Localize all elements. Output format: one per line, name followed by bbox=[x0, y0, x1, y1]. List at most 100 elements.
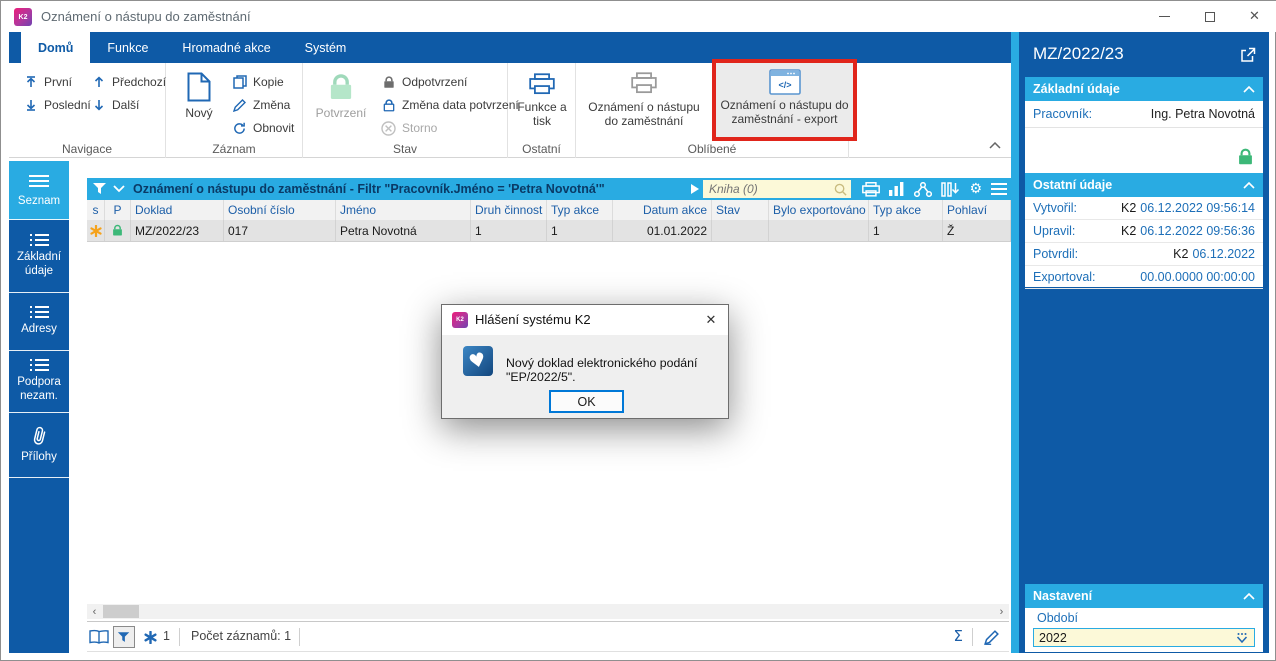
dialog-ok-button[interactable]: OK bbox=[549, 390, 624, 413]
column-header-druh-cinnost[interactable]: Druh činnost bbox=[471, 200, 547, 220]
window-titlebar: K2 Oznámení o nástupu do zaměstnání ✕ bbox=[1, 1, 1276, 32]
scroll-right-icon[interactable]: › bbox=[994, 604, 1009, 619]
record-count-label: Počet záznamů: 1 bbox=[191, 629, 292, 643]
columns-icon[interactable] bbox=[941, 181, 960, 197]
cell-jmeno: Petra Novotná bbox=[336, 220, 471, 241]
menu-icon[interactable] bbox=[991, 183, 1007, 195]
favorite-export-notification-button[interactable]: </> Oznámení o nástupu do zaměstnání - e… bbox=[716, 63, 853, 137]
sum-icon[interactable]: Σ bbox=[954, 627, 963, 645]
scrollbar-thumb[interactable] bbox=[103, 605, 139, 618]
edit-button[interactable]: Změna bbox=[232, 94, 290, 116]
copy-button[interactable]: Kopie bbox=[232, 71, 284, 93]
star-filter-count: 1 bbox=[163, 629, 170, 643]
column-header-jmeno[interactable]: Jméno bbox=[336, 200, 471, 220]
section-body-zakladni-udaje: Pracovník: Ing. Petra Novotná bbox=[1025, 101, 1263, 173]
dropdown-icon[interactable] bbox=[1234, 632, 1250, 644]
group-label-oblibene: Oblíbené bbox=[687, 142, 737, 156]
filter-play-icon[interactable] bbox=[691, 184, 699, 194]
section-header-nastaveni[interactable]: Nastavení bbox=[1025, 584, 1263, 608]
scroll-left-icon[interactable]: ‹ bbox=[87, 604, 102, 619]
star-filter-icon[interactable] bbox=[144, 631, 157, 644]
section-header-zakladni-udaje[interactable]: Základní údaje bbox=[1025, 77, 1263, 101]
filter-chevron-down-icon[interactable] bbox=[113, 185, 125, 193]
tab-hromadne-akce[interactable]: Hromadné akce bbox=[165, 32, 287, 63]
unconfirm-button[interactable]: Odpotvrzení bbox=[381, 71, 467, 93]
obdobi-value: 2022 bbox=[1039, 630, 1067, 645]
section-header-ostatni-udaje[interactable]: Ostatní údaje bbox=[1025, 173, 1263, 197]
next-record-button[interactable]: Další bbox=[91, 94, 139, 116]
column-header-pohlavi[interactable]: Pohlaví bbox=[943, 200, 1011, 220]
book-search-box[interactable] bbox=[703, 180, 851, 198]
open-external-icon[interactable] bbox=[1240, 47, 1256, 63]
sidebar-item-adresy[interactable]: Adresy bbox=[9, 293, 69, 351]
maximize-button[interactable] bbox=[1187, 1, 1232, 32]
cell-osobni-cislo: 017 bbox=[224, 220, 336, 241]
filter-funnel-icon[interactable] bbox=[92, 182, 108, 196]
gear-icon[interactable]: ⚙ bbox=[969, 182, 982, 196]
close-button[interactable]: ✕ bbox=[1232, 1, 1276, 32]
change-confirm-date-button[interactable]: Změna data potvrzení bbox=[381, 94, 519, 116]
column-header-s[interactable]: s bbox=[87, 200, 105, 220]
statusbar-separator bbox=[972, 628, 973, 646]
favorite-print-notification-button[interactable]: Oznámení o nástupu do zaměstnání bbox=[582, 65, 706, 129]
group-label-navigace: Navigace bbox=[61, 142, 113, 156]
last-record-label: Poslední bbox=[44, 98, 91, 112]
sidebar-item-seznam[interactable]: Seznam bbox=[9, 161, 69, 220]
refresh-button[interactable]: Obnovit bbox=[232, 117, 294, 139]
column-header-osobni-cislo[interactable]: Osobní číslo bbox=[224, 200, 336, 220]
chevron-up-icon[interactable] bbox=[1243, 592, 1255, 600]
tab-funkce[interactable]: Funkce bbox=[90, 32, 165, 63]
column-header-bylo-exportovano[interactable]: Bylo exportováno bbox=[769, 200, 869, 220]
arrow-up-icon bbox=[91, 76, 106, 88]
audit-timestamp: 00.00.0000 00:00:00 bbox=[1140, 270, 1255, 284]
last-record-button[interactable]: Poslední bbox=[23, 94, 91, 116]
table-row[interactable]: MZ/2022/23 017 Petra Novotná 1 1 01.01.2… bbox=[87, 220, 1011, 242]
minimize-button[interactable] bbox=[1142, 1, 1187, 32]
row-lock-icon bbox=[105, 220, 131, 241]
column-header-doklad[interactable]: Doklad bbox=[131, 200, 224, 220]
refresh-icon bbox=[232, 122, 247, 135]
new-record-button[interactable]: Nový bbox=[174, 67, 224, 121]
chart-icon[interactable] bbox=[889, 182, 905, 196]
column-header-datum-akce[interactable]: Datum akce bbox=[613, 200, 712, 220]
horizontal-scrollbar[interactable]: ‹ › bbox=[87, 604, 1009, 619]
confirm-button[interactable]: Potvrzení bbox=[309, 67, 373, 121]
filter-title: Oznámení o nástupu do zaměstnání - Filtr… bbox=[133, 182, 605, 196]
section-title: Nastavení bbox=[1033, 589, 1093, 603]
tab-domu[interactable]: Domů bbox=[21, 32, 91, 63]
chevron-up-icon[interactable] bbox=[1243, 181, 1255, 189]
chevron-up-icon[interactable] bbox=[1243, 85, 1255, 93]
book-search-input[interactable] bbox=[709, 182, 819, 196]
ribbon-collapse-button[interactable] bbox=[989, 142, 1001, 149]
refresh-label: Obnovit bbox=[253, 121, 295, 135]
group-label-stav: Stav bbox=[392, 142, 417, 156]
edit-pencil-icon[interactable] bbox=[984, 630, 999, 645]
sidebar-item-podpora-nezam[interactable]: Podpora nezam. bbox=[9, 351, 69, 413]
sidebar-item-zakladni-udaje[interactable]: Základní údaje bbox=[9, 220, 69, 293]
column-header-typ-akce-2[interactable]: Typ akce bbox=[869, 200, 943, 220]
new-document-icon bbox=[187, 67, 211, 107]
functions-print-button[interactable]: Funkce a tisk bbox=[510, 67, 574, 129]
panel-splitter[interactable] bbox=[1011, 32, 1019, 653]
print-icon[interactable] bbox=[862, 181, 881, 197]
book-icon[interactable] bbox=[89, 629, 109, 645]
k2-heart-logo-icon: ♥ bbox=[463, 346, 493, 376]
window-title: Oznámení o nástupu do zaměstnání bbox=[41, 9, 251, 24]
audit-row: Exportoval: 00.00.0000 00:00:00 bbox=[1025, 266, 1263, 289]
column-header-p[interactable]: P bbox=[105, 200, 131, 220]
pivot-icon[interactable] bbox=[914, 181, 933, 197]
active-filter-button[interactable] bbox=[113, 626, 135, 648]
tab-system[interactable]: Systém bbox=[288, 32, 364, 63]
obdobi-combobox[interactable]: 2022 bbox=[1033, 628, 1255, 647]
first-record-label: První bbox=[44, 75, 73, 89]
cancel-record-button[interactable]: Storno bbox=[381, 117, 437, 139]
sidebar-item-prilohy[interactable]: Přílohy bbox=[9, 413, 69, 478]
first-record-button[interactable]: První bbox=[23, 71, 72, 93]
column-header-typ-akce[interactable]: Typ akce bbox=[547, 200, 613, 220]
table-header-row: s P Doklad Osobní číslo Jméno Druh činno… bbox=[87, 200, 1011, 220]
browse-filter-bar: Oznámení o nástupu do zaměstnání - Filtr… bbox=[87, 178, 1011, 200]
column-header-stav[interactable]: Stav bbox=[712, 200, 769, 220]
dialog-close-button[interactable]: ✕ bbox=[694, 305, 728, 335]
previous-record-button[interactable]: Předchozí bbox=[91, 71, 166, 93]
favorite-export-notification-label: Oznámení o nástupu do zaměstnání - expor… bbox=[720, 98, 849, 126]
